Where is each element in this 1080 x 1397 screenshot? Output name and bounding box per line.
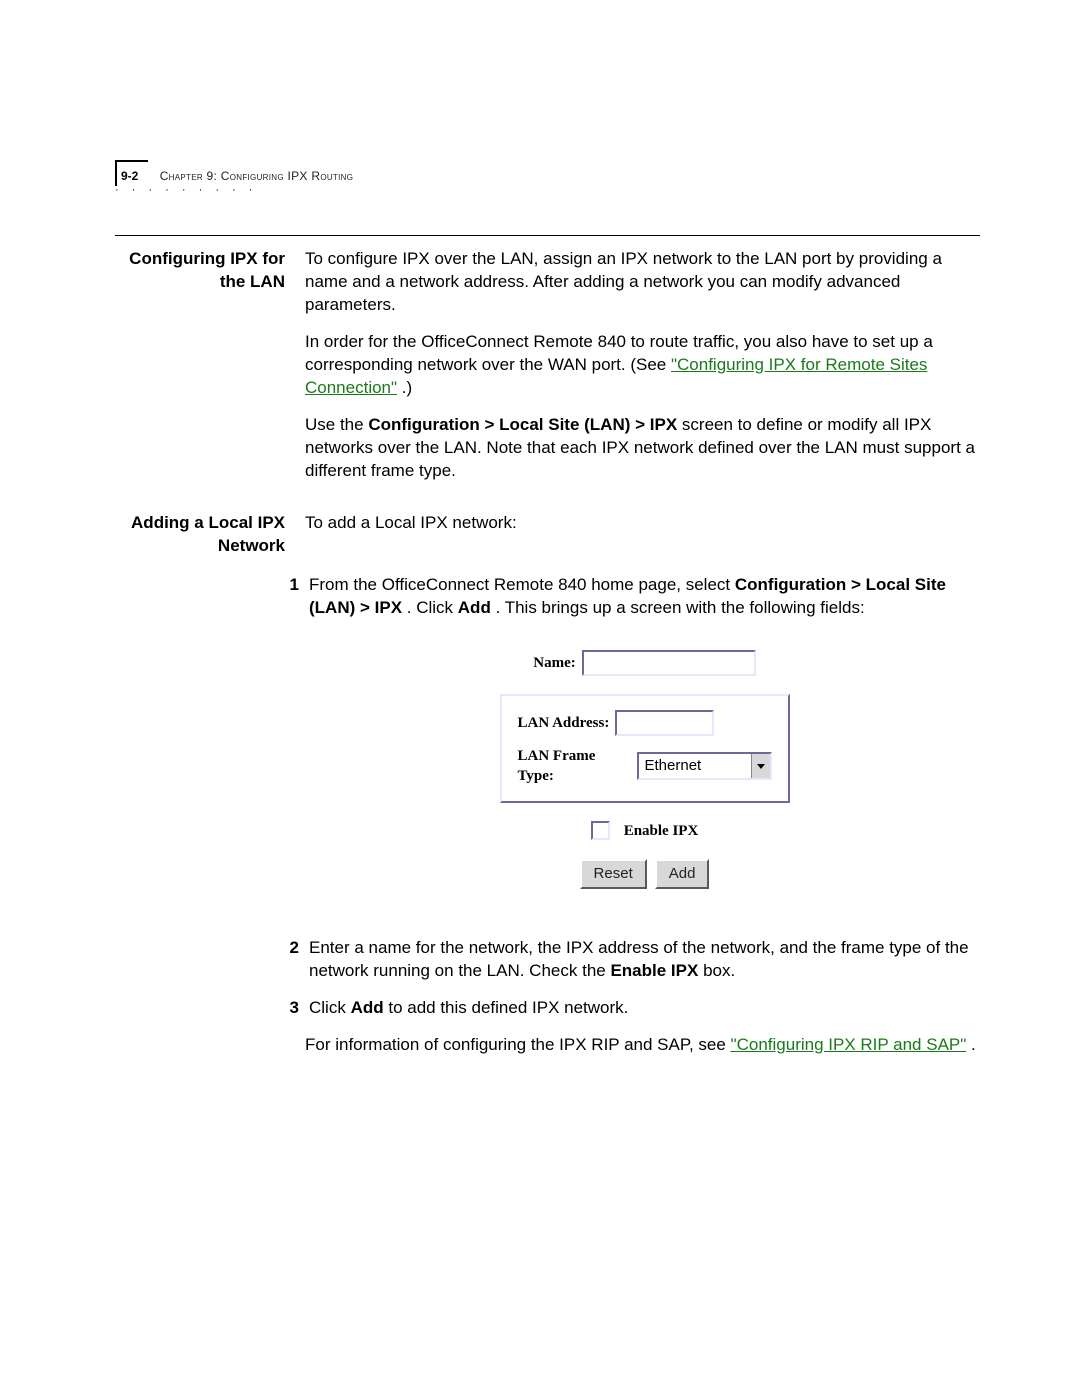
name-label: Name: — [533, 653, 575, 673]
lan-address-input[interactable] — [615, 710, 714, 736]
lan-frame-type-label: LAN Frame Type: — [518, 746, 631, 787]
step-text: Click Add to add this defined IPX networ… — [309, 997, 980, 1020]
ui-term: Add — [458, 598, 491, 617]
body-text: In order for the OfficeConnect Remote 84… — [305, 331, 980, 400]
form-screenshot: Name: LAN Address: LAN Frame — [500, 650, 790, 889]
ui-term: Enable IPX — [610, 961, 698, 980]
step-item: 3 Click Add to add this defined IPX netw… — [305, 997, 980, 1020]
body-text: To add a Local IPX network: — [305, 512, 980, 535]
body-text: Click — [309, 998, 351, 1017]
ui-term: Add — [351, 998, 384, 1017]
body-text: For information of configuring the IPX R… — [305, 1035, 731, 1054]
nav-path: Configuration > Local Site (LAN) > IPX — [368, 415, 677, 434]
body-text: Use the Configuration > Local Site (LAN)… — [305, 414, 980, 483]
lan-frame-type-value: Ethernet — [639, 754, 751, 778]
lan-frame-type-select[interactable]: Ethernet — [637, 752, 772, 780]
body-text: .) — [402, 378, 412, 397]
lan-address-label: LAN Address: — [518, 713, 610, 733]
body-text: box. — [703, 961, 735, 980]
enable-ipx-label: Enable IPX — [624, 821, 699, 841]
divider — [115, 235, 980, 236]
step-item: 1 From the OfficeConnect Remote 840 home… — [305, 574, 980, 923]
body-text: . Click — [407, 598, 458, 617]
step-text: Enter a name for the network, the IPX ad… — [309, 937, 980, 983]
section-configuring-ipx-lan: Configuring IPX for the LAN To configure… — [115, 248, 980, 496]
steps-block: 1 From the OfficeConnect Remote 840 home… — [115, 574, 980, 1071]
dot-ornament-icon: · · · · · · · · · — [115, 183, 257, 198]
body-text: Use the — [305, 415, 368, 434]
body-text: From the OfficeConnect Remote 840 home p… — [309, 575, 735, 594]
body-text: . — [971, 1035, 976, 1054]
lan-panel: LAN Address: LAN Frame Type: Ethernet — [500, 694, 790, 803]
body-text: To configure IPX over the LAN, assign an… — [305, 248, 980, 317]
add-button[interactable]: Add — [655, 859, 710, 889]
enable-ipx-checkbox[interactable] — [591, 821, 610, 840]
step-number: 3 — [277, 997, 299, 1020]
step-number: 2 — [277, 937, 299, 983]
chapter-title: Chapter 9: Configuring IPX Routing — [160, 169, 354, 183]
chevron-down-icon[interactable] — [751, 754, 770, 778]
link-configuring-ipx-rip-sap[interactable]: "Configuring IPX RIP and SAP" — [731, 1035, 967, 1054]
section-adding-local-ipx: Adding a Local IPX Network To add a Loca… — [115, 512, 980, 558]
step-item: 2 Enter a name for the network, the IPX … — [305, 937, 980, 983]
step-text: From the OfficeConnect Remote 840 home p… — [309, 574, 980, 923]
step-number: 1 — [277, 574, 299, 923]
reset-button[interactable]: Reset — [580, 859, 647, 889]
subsection-heading: Adding a Local IPX Network — [115, 512, 305, 558]
section-heading: Configuring IPX for the LAN — [115, 248, 305, 294]
body-text: . This brings up a screen with the follo… — [496, 598, 865, 617]
body-text: For information of configuring the IPX R… — [305, 1034, 980, 1057]
name-input[interactable] — [582, 650, 756, 676]
body-text: to add this defined IPX network. — [388, 998, 628, 1017]
page: 9-2 Chapter 9: Configuring IPX Routing ·… — [0, 0, 1080, 1397]
